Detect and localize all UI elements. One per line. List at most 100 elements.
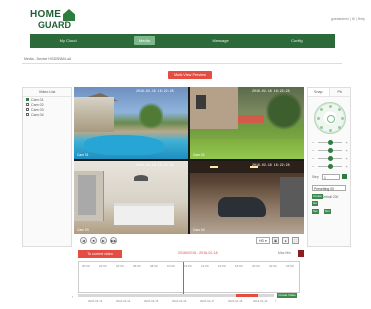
preset-select[interactable]: Presetting 00 (312, 185, 346, 191)
timeline-tick: 06:00 (133, 264, 141, 268)
delete-button[interactable]: Del (324, 209, 331, 214)
stop-icon[interactable]: ■ (90, 237, 97, 244)
tile-timestamp: 2016-02-18 16:22:28 (252, 89, 290, 93)
fullscreen-icon[interactable]: ⛶ (292, 237, 299, 244)
tile-timestamp: 2016-02-18 16:22:28 (136, 89, 174, 93)
nav-label: Media (133, 36, 155, 45)
video-tile-cam02[interactable]: 2016-02-18 16:22:28 Cam 02 (190, 87, 304, 159)
scene-pool (84, 135, 164, 155)
checkbox-icon[interactable] (26, 113, 29, 116)
video-tile-cam04[interactable]: 2016-02-18 16:22:28 Cam 04 (190, 161, 304, 234)
zoom-slider[interactable]: − + (312, 140, 348, 145)
multiview-preview-button[interactable]: Multi-View Preview (168, 71, 212, 79)
minus-icon[interactable]: − (312, 156, 314, 161)
slider-knob[interactable] (328, 140, 333, 145)
arrow-left-icon[interactable] (317, 117, 320, 120)
timeline-tick: 02:00 (99, 264, 107, 268)
plus-icon[interactable]: + (346, 140, 348, 145)
video-tile-cam01[interactable]: 2016-02-18 16:22:28 Cam 01 (74, 87, 188, 159)
plus-icon[interactable]: + (346, 156, 348, 161)
ptz-direction-wheel[interactable] (314, 102, 346, 134)
nav-media[interactable]: Media (106, 34, 182, 48)
focus-slider[interactable]: − + (312, 148, 348, 153)
timeline-tick: 16:00 (218, 264, 226, 268)
step-select[interactable]: 1 (322, 174, 340, 180)
set-button[interactable]: Set (312, 209, 319, 214)
quality-select[interactable]: HD ▾ (256, 237, 270, 244)
homeguard-logo[interactable]: HOME GUARD (30, 9, 78, 33)
preset-note: Default 200 (322, 195, 339, 199)
nav-my-cloud[interactable]: My Cloud (30, 34, 106, 48)
tile-cam-label: Cam 03 (77, 228, 89, 232)
video-tile-cam03[interactable]: 2016-02-18 16:22:28 Cam 03 (74, 161, 188, 234)
snapshot-icon[interactable]: ▣ (272, 237, 279, 244)
timeline-tick: 10:00 (167, 264, 175, 268)
page-root: HOME GUARD guestadmin | ⚙ | Help My Clou… (0, 0, 371, 309)
video-list-label: Cam 03 (31, 107, 44, 112)
ptz-center-button[interactable] (327, 115, 335, 123)
timeline-cursor[interactable] (183, 262, 184, 294)
plus-icon[interactable]: + (346, 148, 348, 153)
scene-light (134, 175, 148, 181)
arrow-up-right-icon[interactable] (338, 108, 341, 111)
scene-island (114, 203, 174, 225)
video-list-item[interactable]: Cam 04 (23, 112, 71, 117)
user-menu[interactable]: guestadmin | ⚙ | Help (331, 17, 365, 21)
slider-knob[interactable] (328, 156, 333, 161)
scene-chairs (238, 115, 264, 123)
slider-knob[interactable] (328, 148, 333, 153)
scene-car (218, 197, 266, 217)
minus-icon[interactable]: − (312, 140, 314, 145)
nav-label: My Cloud (59, 38, 77, 43)
nav-label: Config (291, 38, 303, 43)
timeline-zoom[interactable]: Max Min (278, 251, 291, 255)
divider (22, 63, 342, 64)
tab-pb[interactable]: Pb (330, 88, 351, 96)
tab-snap[interactable]: Snap (308, 88, 330, 96)
create-video-button[interactable]: Create Video (277, 293, 297, 298)
day-label: 2016-02-13 (88, 299, 103, 303)
playback-controls: ◀ ■ ▶ ▶▶ HD ▾ ▣ ● ⛶ (74, 237, 304, 247)
fast-forward-icon[interactable]: ▶▶ (110, 237, 117, 244)
nav-message[interactable]: Message (183, 34, 259, 48)
tile-cam-label: Cam 02 (193, 153, 205, 157)
video-list-label: Cam 01 (31, 97, 44, 102)
checkbox-icon[interactable] (26, 98, 29, 101)
timeline-next-icon[interactable]: › (275, 298, 276, 303)
slider-knob[interactable] (328, 164, 333, 169)
speed-slider[interactable]: − + (312, 164, 348, 169)
arrow-down-right-icon[interactable] (338, 126, 341, 129)
arrow-right-icon[interactable] (341, 117, 344, 120)
iris-slider[interactable]: − + (312, 156, 348, 161)
scene-lawn (190, 139, 304, 159)
timeline-prev-icon[interactable]: ‹ (72, 294, 73, 299)
minus-icon[interactable]: − (312, 164, 314, 169)
ptz-panel: Snap Pb − + − + − + − + Step 1 Presetting 00… (307, 87, 351, 247)
timeline-tick: 22:00 (269, 264, 277, 268)
play-icon[interactable]: ▶ (100, 237, 107, 244)
main-nav: My Cloud Media Message Config (30, 34, 335, 48)
checkbox-icon[interactable] (26, 103, 29, 106)
video-list-label: Cam 04 (31, 112, 44, 117)
timeline-scale[interactable]: 00:00 02:00 04:00 06:00 08:00 10:00 12:0… (78, 261, 300, 294)
arrow-up-icon[interactable] (329, 105, 332, 108)
scene-lamp (210, 166, 218, 168)
to-current-video-button[interactable]: To current video (78, 250, 122, 258)
checkbox-icon[interactable] (26, 108, 29, 111)
day-label: 2016-02-17 (200, 299, 215, 303)
minus-icon[interactable]: − (312, 148, 314, 153)
arrow-down-icon[interactable] (329, 129, 332, 132)
go-button[interactable]: Go (312, 201, 319, 206)
arrow-down-left-icon[interactable] (320, 126, 323, 129)
zoom-button[interactable] (298, 250, 304, 257)
header: HOME GUARD guestadmin | ⚙ | Help (0, 0, 371, 34)
arrow-up-left-icon[interactable] (320, 108, 323, 111)
day-label: 2016-02-16 (172, 299, 187, 303)
day-strip[interactable] (78, 294, 274, 297)
day-label: 2016-02-19 (253, 299, 268, 303)
record-icon[interactable]: ● (282, 237, 289, 244)
step-go-button[interactable] (342, 174, 347, 179)
prev-icon[interactable]: ◀ (80, 237, 87, 244)
plus-icon[interactable]: + (346, 164, 348, 169)
nav-config[interactable]: Config (259, 34, 335, 48)
